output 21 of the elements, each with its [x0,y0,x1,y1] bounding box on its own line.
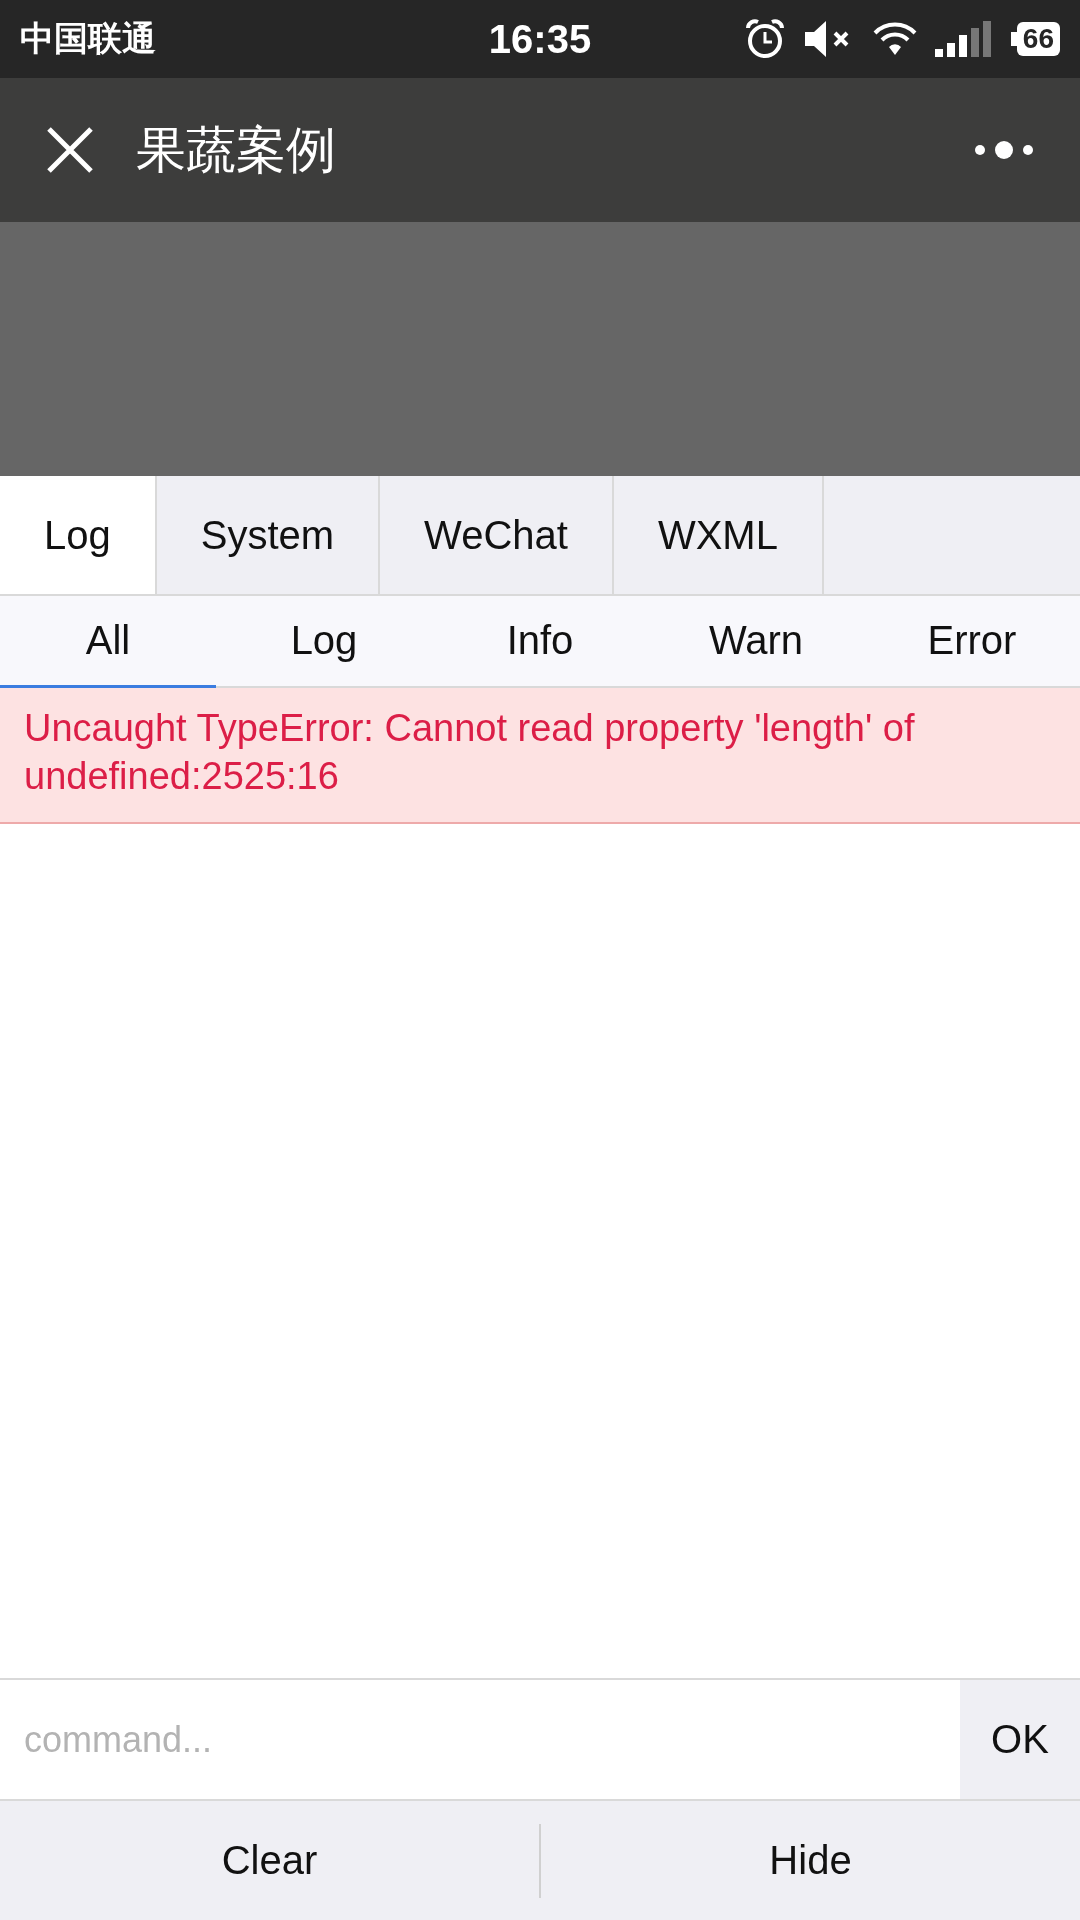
wifi-icon [872,21,917,57]
alarm-clock-icon [744,18,785,60]
footer-button[interactable]: Clear [0,1801,539,1920]
carrier-name: 中国联通 [20,18,156,59]
ok-button[interactable]: OK [960,1680,1080,1799]
clock-time: 16:35 [488,16,592,62]
panel-tab[interactable]: WeChat [380,476,614,594]
footer-button[interactable]: Hide [541,1801,1080,1920]
filter-tab[interactable]: Warn [648,596,864,688]
error-message: Uncaught TypeError: Cannot read property 'length' of undefined:2525:16 [0,688,1080,824]
battery-indicator: 66 [1010,22,1060,56]
filter-tab[interactable]: Info [432,596,648,688]
panel-tab[interactable]: System [156,476,381,594]
filter-tab[interactable]: Log [216,596,432,688]
filter-tab[interactable]: Error [864,596,1080,688]
close-icon[interactable] [46,126,94,174]
signal-icon [934,21,993,57]
more-icon[interactable] [974,138,1034,162]
panel-tab[interactable]: WXML [613,476,824,594]
panel-tab[interactable]: Log [0,476,157,594]
page-title: 果蔬案例 [136,120,336,180]
